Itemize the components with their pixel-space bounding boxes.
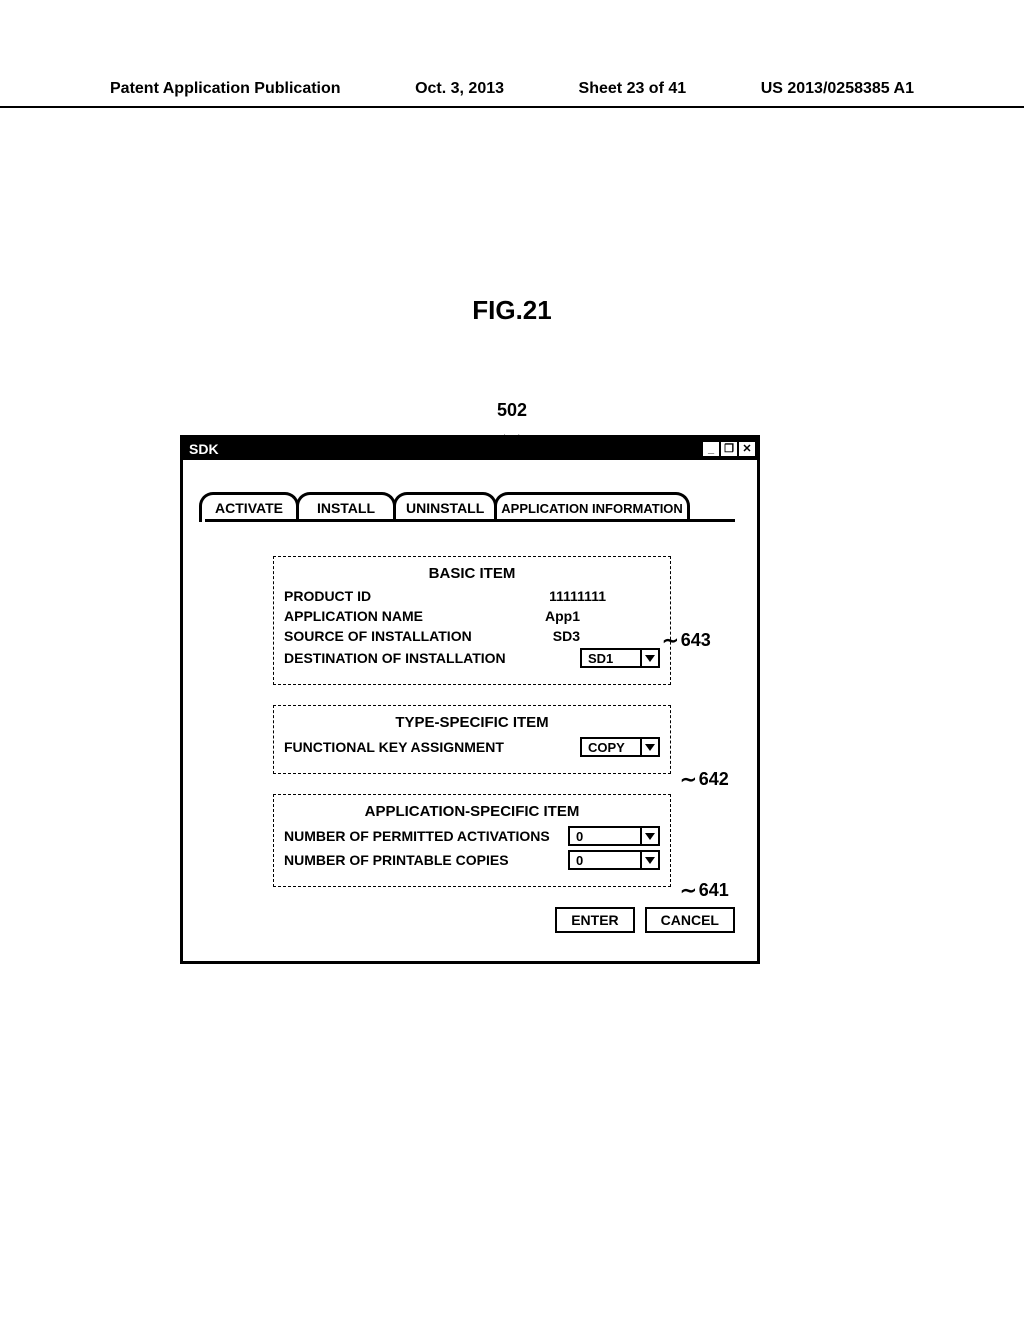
cancel-button[interactable]: CANCEL [645,907,735,933]
chevron-down-icon[interactable] [640,650,658,666]
callout-643: ∼643 [662,628,711,653]
source-label: SOURCE OF INSTALLATION [284,628,472,644]
app-name-label: APPLICATION NAME [284,608,423,624]
tab-app-info[interactable]: APPLICATION INFORMATION [494,492,690,522]
titlebar: SDK _ ❐ ✕ [183,438,757,460]
callout-642: ∼642 [680,767,729,792]
funckey-label: FUNCTIONAL KEY ASSIGNMENT [284,739,504,755]
basic-item-title: BASIC ITEM [284,565,660,582]
action-bar: ENTER CANCEL [205,907,735,933]
copies-select[interactable]: 0 [568,850,660,870]
app-specific-title: APPLICATION-SPECIFIC ITEM [284,803,660,820]
funckey-select-value: COPY [582,740,640,755]
tab-bar: ACTIVATE INSTALL UNINSTALL APPLICATION I… [199,492,735,522]
maximize-icon[interactable]: ❐ [721,442,737,456]
pub-label: Patent Application Publication [110,80,341,98]
dest-select-value: SD1 [582,651,640,666]
type-specific-group: TYPE-SPECIFIC ITEM FUNCTIONAL KEY ASSIGN… [273,705,671,774]
basic-item-group: BASIC ITEM PRODUCT ID 11111111 APPLICATI… [273,556,671,685]
tab-panel: BASIC ITEM PRODUCT ID 11111111 APPLICATI… [205,519,735,945]
tab-activate[interactable]: ACTIVATE [199,492,299,522]
product-id-label: PRODUCT ID [284,588,371,604]
sheet-number: Sheet 23 of 41 [579,80,687,98]
activations-value: 0 [570,829,640,844]
activations-label: NUMBER OF PERMITTED ACTIVATIONS [284,828,550,844]
figure-title: FIG.21 [472,295,551,326]
type-specific-title: TYPE-SPECIFIC ITEM [284,714,660,731]
copies-value: 0 [570,853,640,868]
funckey-select[interactable]: COPY [580,737,660,757]
app-name-value: App1 [545,608,660,624]
tab-uninstall[interactable]: UNINSTALL [393,492,497,522]
dest-select[interactable]: SD1 [580,648,660,668]
page-header: Patent Application Publication Oct. 3, 2… [0,80,1024,108]
tab-install[interactable]: INSTALL [296,492,396,522]
chevron-down-icon[interactable] [640,852,658,868]
minimize-icon[interactable]: _ [703,442,719,456]
source-value: SD3 [553,628,660,644]
dest-label: DESTINATION OF INSTALLATION [284,650,506,666]
window-reference-number: 502 [497,400,527,421]
copies-label: NUMBER OF PRINTABLE COPIES [284,852,509,868]
chevron-down-icon[interactable] [640,828,658,844]
app-specific-group: APPLICATION-SPECIFIC ITEM NUMBER OF PERM… [273,794,671,887]
chevron-down-icon[interactable] [640,739,658,755]
window-title: SDK [189,441,219,457]
callout-641: ∼641 [680,878,729,903]
product-id-value: 11111111 [549,588,660,604]
pub-number: US 2013/0258385 A1 [761,80,914,98]
sdk-window: SDK _ ❐ ✕ ACTIVATE INSTALL UNINSTALL APP… [180,435,760,964]
pub-date: Oct. 3, 2013 [415,80,504,98]
close-icon[interactable]: ✕ [739,442,755,456]
activations-select[interactable]: 0 [568,826,660,846]
enter-button[interactable]: ENTER [555,907,634,933]
